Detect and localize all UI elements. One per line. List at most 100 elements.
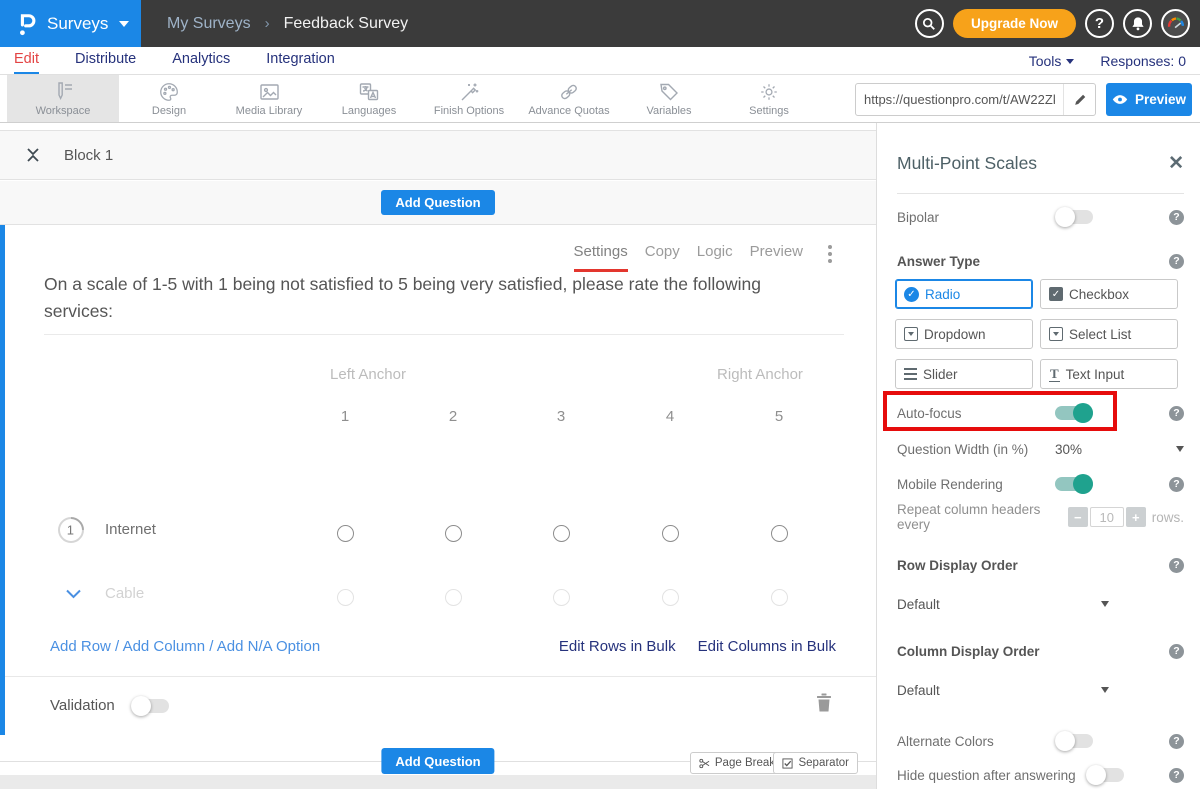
question-tab-preview[interactable]: Preview	[750, 243, 803, 269]
radio-internet-1[interactable]	[337, 525, 354, 542]
answer-type-help-icon[interactable]: ?	[1169, 254, 1184, 269]
tool-design[interactable]: Design	[119, 75, 219, 122]
block-title[interactable]: Block 1	[64, 147, 113, 164]
answer-type-text-input[interactable]: T Text Input	[1040, 359, 1178, 389]
radio-internet-3[interactable]	[553, 525, 570, 542]
answer-type-select-list[interactable]: Select List	[1040, 319, 1178, 349]
question-tabs: Settings Copy Logic Preview	[574, 243, 832, 272]
topbar-actions: Upgrade Now ?	[915, 0, 1190, 47]
validation-toggle[interactable]	[131, 699, 169, 713]
scale-column-2[interactable]: 2	[433, 408, 473, 425]
tool-media-library[interactable]: Media Library	[219, 75, 319, 122]
search-button[interactable]	[915, 9, 944, 38]
auto-focus-toggle[interactable]	[1055, 406, 1093, 420]
increment-button[interactable]: +	[1126, 507, 1146, 527]
bell-icon	[1131, 16, 1145, 31]
checkbox-icon	[782, 758, 793, 769]
row-display-order-select-row: Default	[897, 594, 1184, 614]
row-label-internet[interactable]: Internet	[105, 521, 156, 538]
help-button[interactable]: ?	[1085, 9, 1114, 38]
row-label-cable[interactable]: Cable	[105, 585, 144, 602]
mobile-rendering-help-icon[interactable]: ?	[1169, 477, 1184, 492]
separator-button[interactable]: Separator	[773, 752, 858, 774]
radio-cable-3[interactable]	[553, 589, 570, 606]
edit-columns-in-bulk-link[interactable]: Edit Columns in Bulk	[698, 638, 836, 655]
add-question-button-bottom[interactable]: Add Question	[381, 748, 494, 774]
scale-column-5[interactable]: 5	[759, 408, 799, 425]
breadcrumb-my-surveys[interactable]: My Surveys	[167, 15, 251, 33]
add-question-button-top[interactable]: Add Question	[381, 190, 494, 215]
bipolar-help-icon[interactable]: ?	[1169, 210, 1184, 225]
nav-tab-analytics[interactable]: Analytics	[172, 51, 230, 74]
tools-dropdown[interactable]: Tools	[1029, 53, 1075, 69]
question-width-caret-icon[interactable]	[1176, 446, 1184, 452]
auto-focus-help-icon[interactable]: ?	[1169, 406, 1184, 421]
radio-internet-4[interactable]	[662, 525, 679, 542]
account-avatar[interactable]	[1161, 9, 1190, 38]
alternate-colors-toggle[interactable]	[1055, 734, 1093, 748]
row-display-order-select[interactable]: Default	[897, 597, 1109, 612]
row-display-order-help-icon[interactable]: ?	[1169, 558, 1184, 573]
question-menu-kebab-icon[interactable]	[828, 243, 832, 263]
decrement-button[interactable]: −	[1068, 507, 1088, 527]
upgrade-now-button[interactable]: Upgrade Now	[953, 9, 1076, 38]
question-text[interactable]: On a scale of 1-5 with 1 being not satis…	[44, 271, 829, 325]
add-row-link[interactable]: Add Row	[50, 638, 111, 655]
radio-cable-4[interactable]	[662, 589, 679, 606]
answer-type-dropdown[interactable]: Dropdown	[895, 319, 1033, 349]
radio-selected-icon: ✓	[904, 287, 919, 302]
delete-question-button[interactable]	[816, 693, 832, 717]
tool-languages[interactable]: Languages	[319, 75, 419, 122]
column-display-order-help-icon[interactable]: ?	[1169, 644, 1184, 659]
add-na-option-link[interactable]: Add N/A Option	[217, 638, 320, 655]
alternate-colors-help-icon[interactable]: ?	[1169, 734, 1184, 749]
radio-cable-2[interactable]	[445, 589, 462, 606]
collapse-block-icon[interactable]	[26, 148, 40, 162]
survey-nav: Edit Distribute Analytics Integration To…	[0, 47, 1200, 75]
hide-after-toggle[interactable]	[1086, 768, 1124, 782]
tool-advance-quotas[interactable]: Advance Quotas	[519, 75, 619, 122]
responses-count[interactable]: Responses: 0	[1100, 53, 1186, 69]
question-width-value[interactable]: 30%	[1055, 442, 1082, 457]
question-tab-settings[interactable]: Settings	[574, 243, 628, 272]
question-tab-logic[interactable]: Logic	[697, 243, 733, 269]
nav-tab-integration[interactable]: Integration	[266, 51, 335, 74]
close-icon[interactable]: ✕	[1168, 154, 1184, 173]
matrix-edit-links: Add Row / Add Column / Add N/A Option	[50, 638, 320, 655]
preview-button[interactable]: Preview	[1106, 83, 1192, 116]
repeat-headers-value[interactable]: 10	[1090, 507, 1124, 527]
nav-tab-distribute[interactable]: Distribute	[75, 51, 136, 74]
add-column-link[interactable]: Add Column	[123, 638, 206, 655]
answer-type-radio[interactable]: ✓ Radio	[895, 279, 1033, 309]
edit-rows-in-bulk-link[interactable]: Edit Rows in Bulk	[559, 638, 676, 655]
radio-cable-1[interactable]	[337, 589, 354, 606]
scale-column-3[interactable]: 3	[541, 408, 581, 425]
tool-variables[interactable]: Variables	[619, 75, 719, 122]
edit-url-button[interactable]	[1063, 84, 1095, 115]
column-display-order-select[interactable]: Default	[897, 683, 1109, 698]
page-break-button[interactable]: Page Break	[690, 752, 784, 774]
scale-column-1[interactable]: 1	[325, 408, 365, 425]
scale-column-4[interactable]: 4	[650, 408, 690, 425]
mobile-rendering-toggle[interactable]	[1055, 477, 1093, 491]
brand-menu[interactable]: Surveys	[0, 0, 141, 47]
tool-finish-options[interactable]: Finish Options	[419, 75, 519, 122]
eye-icon	[1112, 94, 1128, 105]
nav-tab-edit[interactable]: Edit	[14, 51, 39, 74]
survey-url-input[interactable]	[856, 92, 1063, 107]
tool-workspace[interactable]: Workspace	[7, 75, 119, 122]
radio-internet-5[interactable]	[771, 525, 788, 542]
question-card: Settings Copy Logic Preview On a scale o…	[0, 225, 876, 735]
bipolar-toggle[interactable]	[1055, 210, 1093, 224]
row-chevron-down-icon[interactable]	[65, 586, 82, 604]
hide-after-help-icon[interactable]: ?	[1169, 768, 1184, 783]
answer-type-checkbox[interactable]: ✓ Checkbox	[1040, 279, 1178, 309]
radio-cable-5[interactable]	[771, 589, 788, 606]
question-tab-copy[interactable]: Copy	[645, 243, 680, 269]
right-anchor-label[interactable]: Right Anchor	[685, 366, 835, 383]
left-anchor-label[interactable]: Left Anchor	[293, 366, 443, 383]
answer-type-slider[interactable]: Slider	[895, 359, 1033, 389]
notifications-button[interactable]	[1123, 9, 1152, 38]
tool-settings[interactable]: Settings	[719, 75, 819, 122]
radio-internet-2[interactable]	[445, 525, 462, 542]
